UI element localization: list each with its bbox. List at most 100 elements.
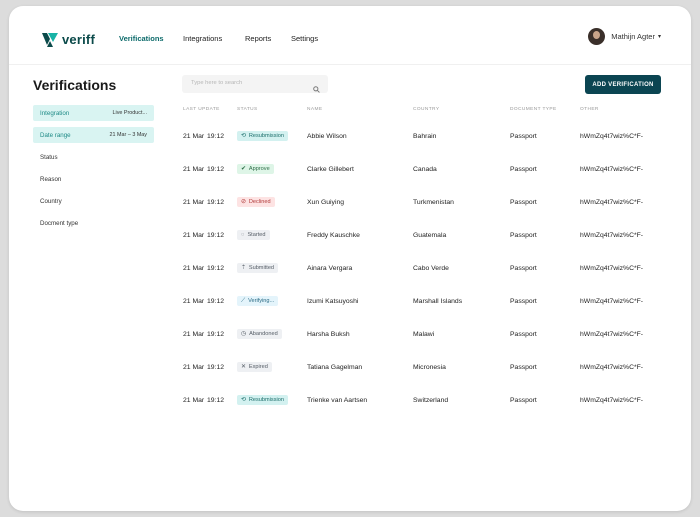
cell-time: 19:12 [207, 364, 225, 371]
filter-docment-type[interactable]: Docment type [33, 215, 154, 231]
cell-other: hWmZq4t7wiz%C*F- [580, 265, 644, 272]
cell-name: Abbie Wilson [307, 133, 347, 140]
cell-name: Harsha Buksh [307, 331, 350, 338]
status-badge: ⟲ Resubmission [237, 395, 288, 405]
brand-name: veriff [62, 31, 95, 47]
search-icon[interactable] [313, 80, 320, 98]
column-header-status[interactable]: Status [237, 107, 258, 112]
cell-document-type: Passport [510, 331, 537, 338]
table-row[interactable]: 21 Mar 19:12 ✕ Expired Tatiana Gagelman Micro… [179, 354, 669, 387]
filter-label: Country [40, 197, 62, 205]
column-header-country[interactable]: Country [413, 107, 439, 112]
cell-other: hWmZq4t7wiz%C*F- [580, 133, 644, 140]
brand-logo[interactable]: veriff [41, 31, 95, 47]
cell-other: hWmZq4t7wiz%C*F- [580, 199, 644, 206]
cell-other: hWmZq4t7wiz%C*F- [580, 397, 644, 404]
top-navigation: veriff Verifications Integrations Report… [9, 6, 691, 65]
veriff-logo-icon [42, 33, 58, 47]
close-icon: ✕ [241, 364, 246, 370]
filter-label: Integration [40, 109, 70, 117]
nav-integrations[interactable]: Integrations [183, 34, 222, 43]
cell-time: 19:12 [207, 232, 225, 239]
filter-country[interactable]: Country [33, 193, 154, 209]
cell-document-type: Passport [510, 199, 537, 206]
cell-time: 19:12 [207, 166, 225, 173]
chevron-down-icon: ▾ [657, 34, 661, 40]
status-badge: ✕ Expired [237, 362, 272, 372]
filter-status[interactable]: Status [33, 149, 154, 165]
cell-name: Trienke van Aartsen [307, 397, 368, 404]
cell-country: Canada [413, 166, 437, 173]
status-label: Resubmission [248, 133, 284, 139]
table-row[interactable]: 21 Mar 19:12 ◷ Abandoned Harsha Buksh Malawi P… [179, 321, 669, 354]
filter-reason[interactable]: Reason [33, 171, 154, 187]
status-label: Started [247, 232, 266, 238]
column-header-other[interactable]: Other [580, 107, 599, 112]
status-label: Abandoned [249, 331, 278, 337]
filter-integration[interactable]: Integration Live Product... [33, 105, 154, 121]
cell-country: Cabo Verde [413, 265, 449, 272]
column-header-last-update[interactable]: Last update [183, 107, 220, 112]
filter-label: Status [40, 153, 58, 161]
cell-country: Marshall Islands [413, 298, 463, 305]
status-label: Declined [248, 199, 271, 205]
upload-icon: ⇡ [241, 265, 246, 271]
cell-time: 19:12 [207, 199, 225, 206]
user-menu[interactable]: Mathijn Agter ▾ [588, 28, 661, 45]
table-row[interactable]: 21 Mar 19:12 ◌ Started Freddy Kauschke Guatem… [179, 222, 669, 255]
status-badge: ◌ Started [237, 230, 270, 240]
status-badge: ⇡ Submitted [237, 263, 279, 273]
cell-date: 21 Mar [183, 331, 205, 338]
filter-date-range[interactable]: Date range 21 Mar – 3 May [33, 127, 154, 143]
cell-name: Clarke Gillebert [307, 166, 354, 173]
cell-date: 21 Mar [183, 298, 205, 305]
filter-sidebar: Integration Live Product... Date range 21 M… [33, 105, 154, 237]
table-row[interactable]: 21 Mar 19:12 ⟋ Verifying... Izumi Katsuyoshi… [179, 288, 669, 321]
column-header-name[interactable]: Name [307, 107, 322, 112]
cell-name: Izumi Katsuyoshi [307, 298, 359, 305]
table-row[interactable]: 21 Mar 19:12 ✔ Approve Clarke Gillebert Canad… [179, 156, 669, 189]
cell-country: Malawi [413, 331, 435, 338]
cell-document-type: Passport [510, 232, 537, 239]
status-badge: ⟲ Resubmission [237, 131, 288, 141]
cell-date: 21 Mar [183, 397, 205, 404]
progress-icon: ⟋ [241, 297, 246, 304]
search-placeholder: Type here to search [191, 80, 243, 86]
cell-date: 21 Mar [183, 232, 205, 239]
cell-time: 19:12 [207, 298, 225, 305]
cell-country: Turkmenistan [413, 199, 454, 206]
cell-document-type: Passport [510, 397, 537, 404]
table-row[interactable]: 21 Mar 19:12 ⇡ Submitted Ainara Vergara Cabo … [179, 255, 669, 288]
search-input[interactable]: Type here to search [182, 75, 328, 93]
cell-document-type: Passport [510, 298, 537, 305]
user-name: Mathijn Agter [611, 32, 655, 41]
cell-date: 21 Mar [183, 133, 205, 140]
filter-label: Docment type [40, 219, 79, 227]
filter-label: Reason [40, 175, 62, 183]
status-label: Approve [248, 166, 270, 172]
cell-name: Ainara Vergara [307, 265, 353, 272]
table-row[interactable]: 21 Mar 19:12 ⟲ Resubmission Trienke van Aart… [179, 387, 669, 420]
table-row[interactable]: 21 Mar 19:12 ⊘ Declined Xun Guiying Turkmenis… [179, 189, 669, 222]
cell-country: Switzerland [413, 397, 449, 404]
status-label: Submitted [248, 265, 275, 271]
cell-other: hWmZq4t7wiz%C*F- [580, 298, 644, 305]
avatar [588, 28, 606, 45]
status-label: Expired [248, 364, 268, 370]
cell-document-type: Passport [510, 265, 537, 272]
cell-date: 21 Mar [183, 199, 205, 206]
refresh-icon: ⟲ [241, 397, 246, 403]
table-row[interactable]: 21 Mar 19:12 ⟲ Resubmission Abbie Wilson Bahr… [179, 123, 669, 156]
nav-verifications[interactable]: Verifications [119, 34, 164, 43]
clock-icon: ◷ [241, 331, 247, 337]
cell-name: Freddy Kauschke [307, 232, 360, 239]
cell-document-type: Passport [510, 166, 537, 173]
nav-settings[interactable]: Settings [291, 34, 318, 43]
cell-document-type: Passport [510, 133, 537, 140]
add-verification-button[interactable]: ADD VERIFICATION [585, 75, 661, 94]
nav-reports[interactable]: Reports [245, 34, 271, 43]
status-label: Verifying... [248, 298, 275, 304]
column-header-document-type[interactable]: Document type [510, 107, 557, 112]
spinner-icon: ◌ [241, 232, 245, 238]
app-window: veriff Verifications Integrations Report… [9, 6, 691, 511]
